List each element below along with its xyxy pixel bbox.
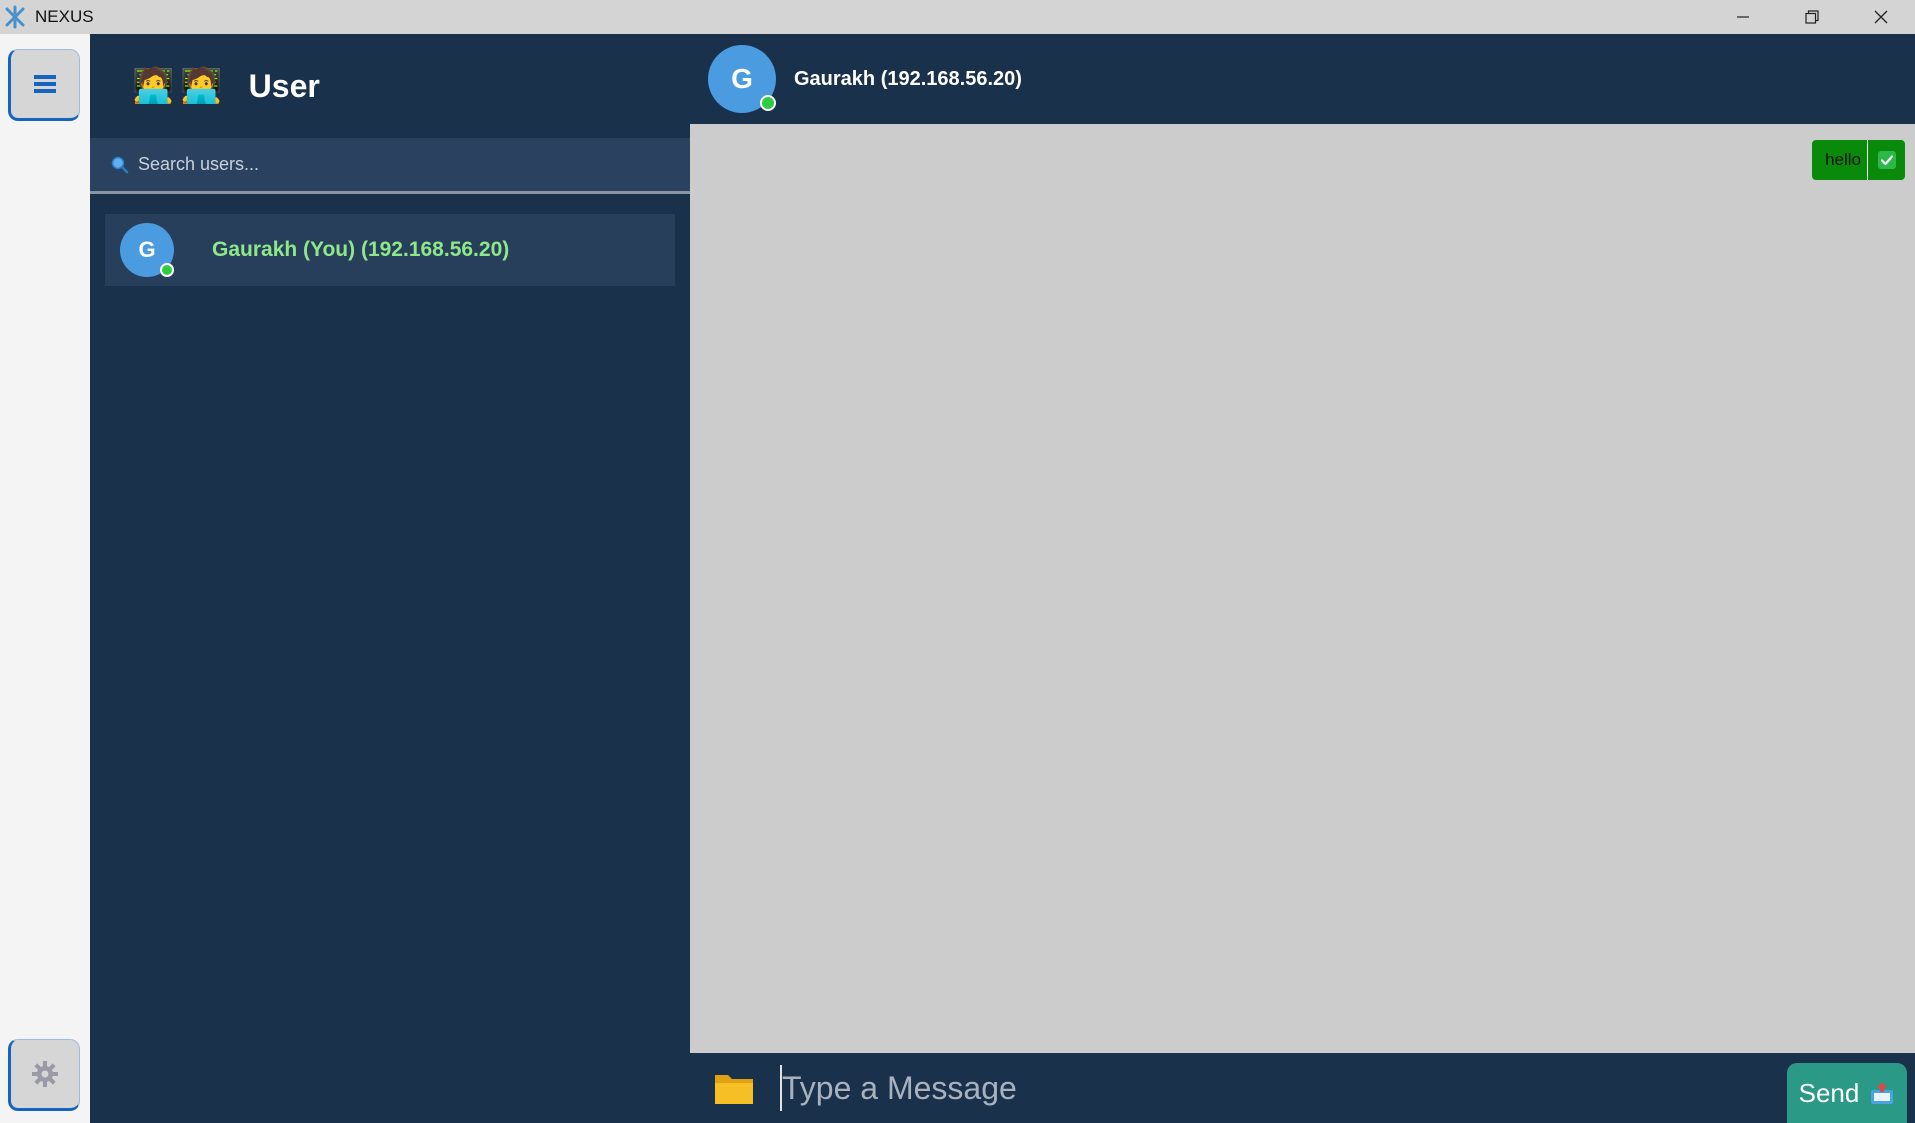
close-button[interactable] (1846, 0, 1915, 34)
message-composer: Send (690, 1053, 1915, 1123)
restore-button[interactable] (1777, 0, 1846, 34)
message-divider (1867, 140, 1868, 180)
chat-title: Gaurakh (192.168.56.20) (794, 67, 1022, 90)
online-status-dot (760, 95, 776, 111)
chat-header: G Gaurakh (192.168.56.20) (690, 34, 1915, 124)
sidebar-header: 🧑‍💻🧑‍💻 User (90, 34, 690, 138)
users-sidebar: 🧑‍💻🧑‍💻 User G Gaurakh (You) (192.168.56.… (90, 34, 690, 1123)
message-input[interactable] (780, 1065, 1784, 1111)
search-bar (90, 138, 690, 194)
outbox-icon (1871, 1082, 1894, 1104)
user-list-item[interactable]: G Gaurakh (You) (192.168.56.20) (105, 214, 675, 286)
search-input[interactable] (136, 153, 640, 176)
send-button[interactable]: Send (1787, 1063, 1907, 1123)
message-area[interactable]: hello (690, 124, 1915, 1053)
window-title: NEXUS (35, 7, 94, 26)
window-controls (1708, 0, 1915, 34)
sidebar-title: User (248, 67, 320, 104)
avatar-letter: G (138, 237, 156, 262)
technologist-emoji-icon: 🧑‍💻🧑‍💻 (132, 66, 229, 106)
search-icon (111, 156, 129, 173)
minimize-button[interactable] (1708, 0, 1777, 34)
restore-icon (1804, 10, 1819, 24)
outgoing-message[interactable]: hello (1812, 140, 1905, 180)
folder-icon[interactable] (713, 1069, 755, 1107)
send-label: Send (1798, 1077, 1860, 1108)
user-name: Gaurakh (You) (192.168.56.20) (212, 238, 510, 261)
minimize-icon (1736, 16, 1749, 18)
nexus-logo-icon (5, 5, 25, 29)
left-rail (0, 34, 90, 1123)
check-icon (1878, 151, 1896, 169)
online-status-dot (160, 263, 174, 277)
avatar: G (120, 223, 174, 277)
close-icon (1874, 10, 1887, 24)
avatar-letter: G (731, 63, 753, 94)
hamburger-menu-icon (34, 75, 56, 93)
chat-avatar: G (708, 45, 776, 113)
title-bar: NEXUS (0, 0, 1915, 34)
message-text: hello (1825, 150, 1861, 169)
menu-button[interactable] (8, 49, 80, 121)
settings-button[interactable] (8, 1039, 80, 1111)
gear-icon (32, 1061, 58, 1087)
